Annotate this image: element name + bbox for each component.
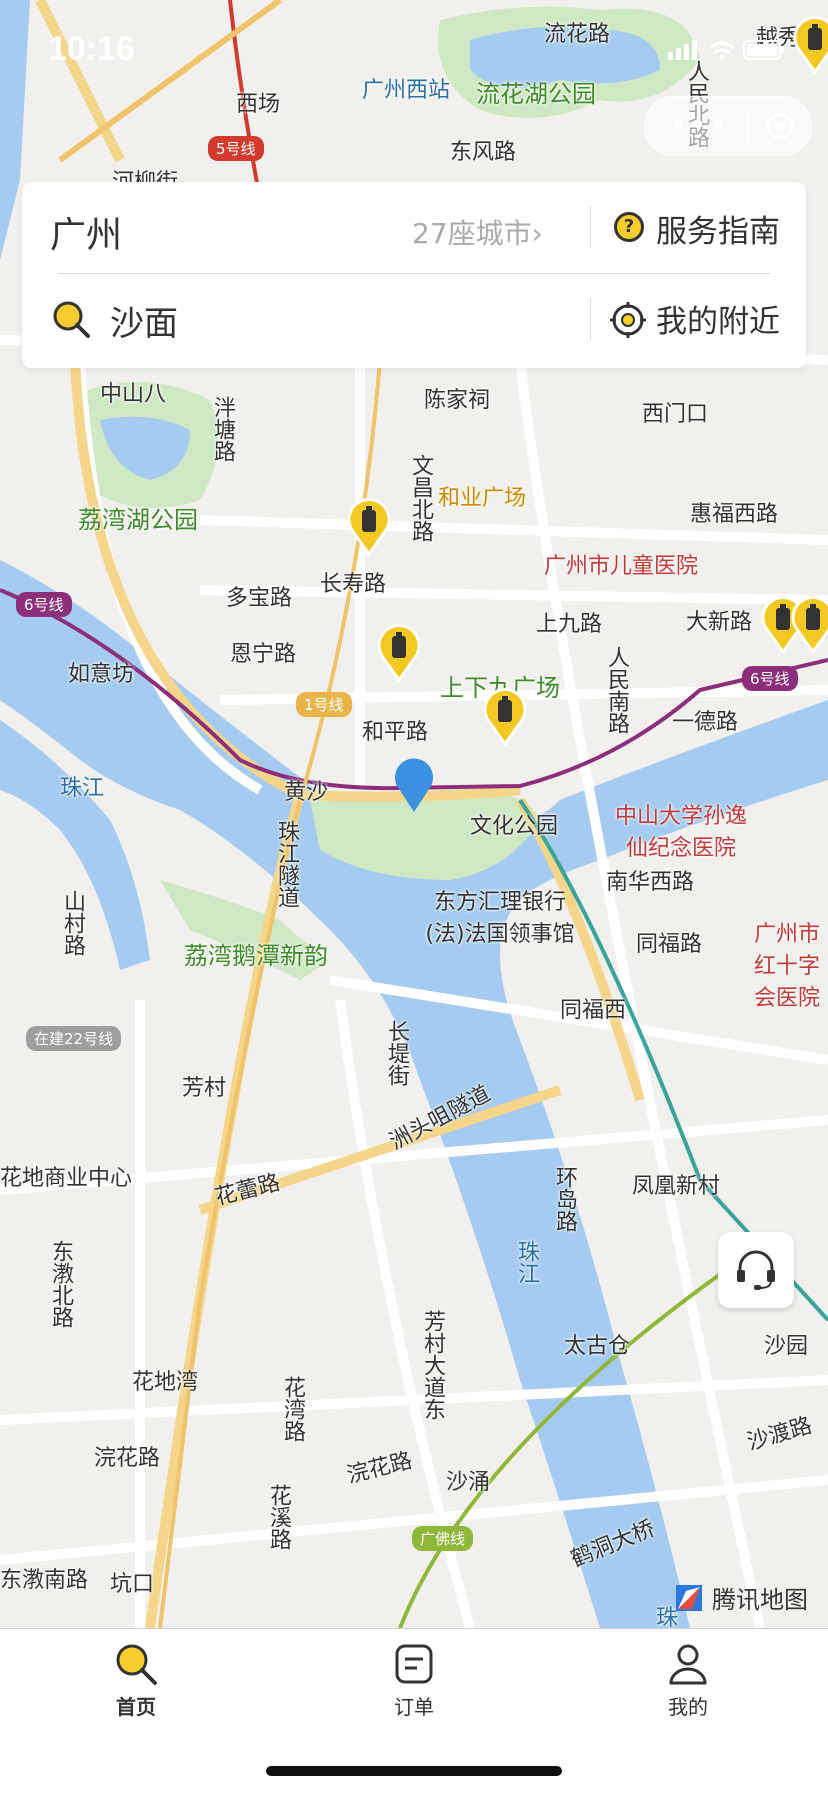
- tencent-map-brand: 腾讯地图: [672, 1580, 808, 1615]
- map-label-yide-rd: 一德路: [672, 710, 739, 735]
- map-label-dongjiao-north: 东漖北路: [48, 1240, 73, 1328]
- headset-icon: [737, 1250, 775, 1290]
- metro-badge-line5: 5号线: [208, 136, 264, 161]
- map-label-huawan-rd: 花湾路: [280, 1376, 305, 1442]
- home-indicator: [266, 1766, 562, 1776]
- map-label-zhongshan8: 中山八: [100, 382, 167, 407]
- brand-label: 腾讯地图: [712, 1586, 808, 1614]
- map-label-liwan-lake-park: 荔湾湖公园: [78, 506, 198, 534]
- map-label-dongfeng-rd: 东风路: [450, 140, 517, 165]
- search-input[interactable]: 沙面: [110, 296, 178, 345]
- map-label-ruyifang: 如意坊: [68, 662, 135, 687]
- map-label-shachong: 沙涌: [446, 1470, 491, 1495]
- miniprogram-capsule: •••: [644, 96, 812, 156]
- metro-badge-line6-right: 6号线: [742, 666, 798, 691]
- map-label-changshou-rd: 长寿路: [320, 572, 387, 597]
- map-label-bank-consulate: 东方汇理银行(法)法国领事馆: [425, 890, 575, 947]
- map-label-wanhua-rd: 浣花路: [94, 1446, 161, 1471]
- location-pin-icon[interactable]: [392, 756, 436, 814]
- close-miniprogram-icon[interactable]: [767, 113, 793, 139]
- tab-orders-label: 订单: [394, 1695, 434, 1719]
- map-label-changdi-st: 长堤街: [384, 1020, 409, 1086]
- current-city[interactable]: 广州: [50, 206, 122, 258]
- map-label-huadiwan: 花地湾: [132, 1370, 199, 1395]
- user-icon: [669, 1644, 707, 1685]
- map-label-daxin-rd: 大新路: [686, 610, 753, 635]
- chevron-right-icon: ›: [531, 217, 543, 250]
- map-label-fangcun-ave-east: 芳村大道东: [420, 1310, 445, 1420]
- map-label-nanhua-west: 南华西路: [606, 870, 695, 895]
- divider: [590, 206, 591, 248]
- nearby-button[interactable]: 我的附近: [656, 296, 780, 341]
- tab-profile[interactable]: 我的: [608, 1641, 768, 1720]
- map-label-chenjiaci: 陈家祠: [424, 388, 491, 413]
- map-label-redcross: 广州市红十字会医院: [754, 922, 821, 1011]
- more-menu-button[interactable]: •••: [669, 111, 728, 141]
- map-label-wenchang-north: 文昌北路: [408, 454, 433, 542]
- map-label-tongfu-rd: 同福路: [636, 932, 703, 957]
- tab-profile-label: 我的: [668, 1695, 708, 1719]
- search-icon: [53, 301, 90, 338]
- map-label-pearl-river-1: 珠江: [60, 776, 105, 801]
- map-label-renmin-south: 人民南路: [604, 646, 629, 734]
- map-label-children-hospital: 广州市儿童医院: [544, 554, 699, 579]
- signal-wifi-battery-icon: [668, 40, 784, 60]
- locker-marker-changshou[interactable]: [346, 496, 392, 556]
- order-icon: [395, 1644, 433, 1684]
- map-label-heping-rd: 和平路: [362, 720, 429, 745]
- metro-badge-line1: 1号线: [296, 692, 352, 717]
- map-label-huangsha: 黄沙: [284, 780, 329, 805]
- locker-marker-daxin-2[interactable]: [790, 594, 828, 654]
- tencent-map-logo-icon: [676, 1584, 702, 1611]
- nearby-target-icon[interactable]: [610, 302, 646, 338]
- map-label-dongjiao-south: 东漖南路: [0, 1568, 89, 1593]
- locker-marker-heping[interactable]: [376, 622, 422, 682]
- map-label-pearl-river-2: 珠江: [514, 1240, 539, 1284]
- map-label-shancun-rd: 山村路: [60, 890, 85, 956]
- map-label-tongfu-west: 同福西: [560, 998, 627, 1023]
- status-time: 10:16: [48, 30, 135, 68]
- metro-badge-line22: 在建22号线: [26, 1026, 122, 1051]
- search-row: 沙面 我的附近: [22, 274, 806, 362]
- capsule-divider: [747, 108, 749, 144]
- map-label-ximenkou: 西门口: [642, 402, 709, 427]
- status-bar: 10:16: [0, 0, 828, 96]
- map-label-zhujiang-tunnel: 珠江隧道: [274, 820, 299, 908]
- map-label-huaxi-rd: 花溪路: [266, 1484, 291, 1550]
- city-count-link[interactable]: 27座城市›: [412, 212, 543, 252]
- map-label-duobao-rd: 多宝路: [226, 586, 293, 611]
- map-label-shayuan: 沙园: [764, 1334, 809, 1359]
- locker-marker-xiajiu[interactable]: [482, 686, 528, 746]
- customer-service-button[interactable]: [718, 1232, 794, 1308]
- service-guide-button[interactable]: 服务指南: [656, 206, 780, 251]
- tab-orders[interactable]: 订单: [334, 1641, 494, 1720]
- search-card: 广州 27座城市› ? 服务指南 沙面 我的附近: [22, 182, 806, 368]
- search-icon: [116, 1644, 157, 1685]
- question-icon[interactable]: ?: [614, 212, 644, 242]
- map-label-yangtang-rd: 泮塘路: [210, 396, 235, 462]
- map-label-shangjiu-rd: 上九路: [536, 612, 603, 637]
- map-label-sysu-hospital: 中山大学孙逸仙纪念医院: [614, 804, 747, 861]
- map-label-kengkou: 坑口: [110, 1572, 155, 1597]
- status-icons: [668, 36, 788, 69]
- map-label-huandao-rd: 环岛路: [552, 1166, 577, 1232]
- city-count-label: 27座城市: [412, 217, 532, 250]
- map-label-heye-plaza: 和业广场: [438, 486, 527, 511]
- tab-home-label: 首页: [116, 1695, 156, 1719]
- map-label-fangcun: 芳村: [182, 1076, 227, 1101]
- city-row: 广州 27座城市› ? 服务指南: [22, 182, 806, 270]
- map-label-taiguca: 太古仓: [564, 1334, 631, 1359]
- map-label-culture-park: 文化公园: [470, 814, 559, 839]
- map-label-huadi-center: 花地商业中心: [0, 1166, 133, 1191]
- divider: [590, 298, 591, 340]
- map-label-huifu-west: 惠福西路: [690, 502, 779, 527]
- map-label-enning-rd: 恩宁路: [230, 642, 297, 667]
- metro-badge-line6-left: 6号线: [16, 592, 72, 617]
- metro-badge-guangfo: 广佛线: [412, 1526, 474, 1551]
- map-label-liwan-pond: 荔湾鹅潭新韵: [184, 942, 328, 970]
- map-label-fenghuang-village: 凤凰新村: [632, 1174, 721, 1199]
- tab-home[interactable]: 首页: [56, 1641, 216, 1720]
